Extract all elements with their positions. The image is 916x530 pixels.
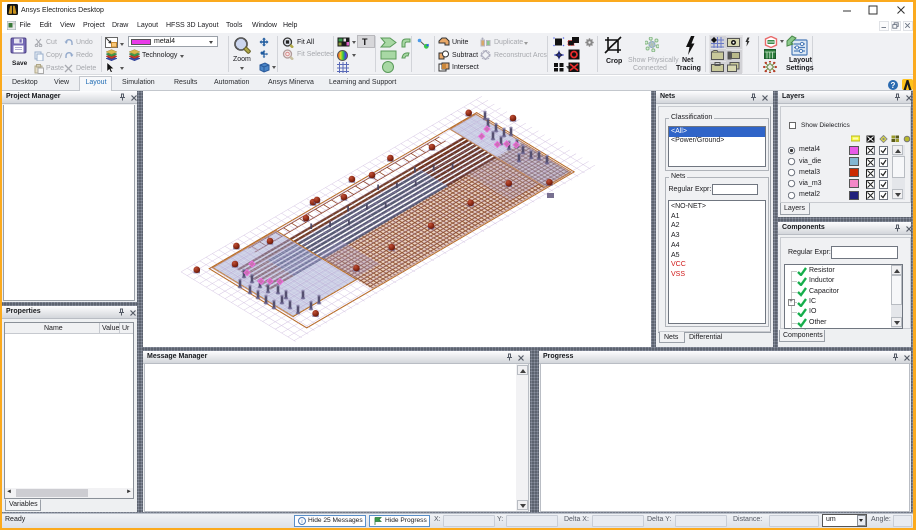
svg-text:i: i: [301, 519, 302, 525]
svg-text:?: ?: [891, 81, 896, 90]
